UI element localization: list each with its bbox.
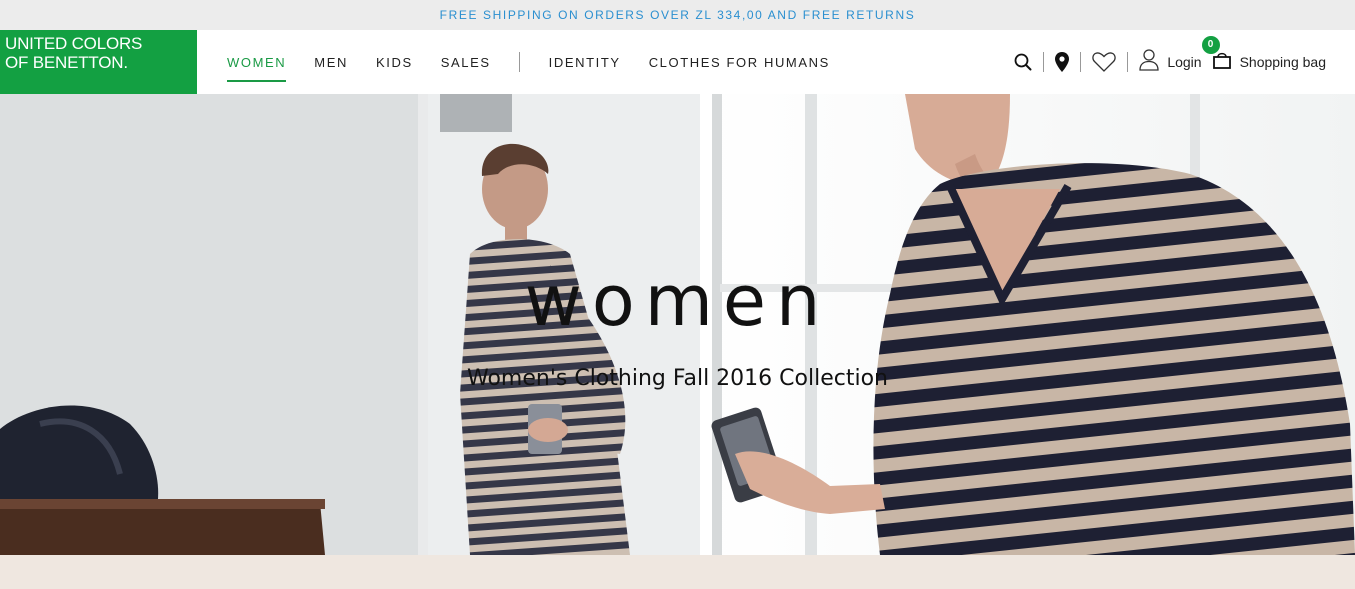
logo-line-2: OF BENETTON. (5, 53, 128, 72)
login-link[interactable]: Login (1139, 48, 1202, 76)
bag-count-badge: 0 (1201, 35, 1220, 54)
login-label: Login (1167, 54, 1202, 70)
nav-sales[interactable]: SALES (441, 30, 491, 94)
shopping-bag-label: Shopping bag (1239, 54, 1326, 70)
heart-icon[interactable] (1092, 52, 1117, 72)
tool-divider (1043, 52, 1045, 72)
header-tools: Login 0 Shopping bag (1014, 30, 1326, 94)
hero-title: women (524, 260, 831, 342)
search-icon[interactable] (1014, 53, 1032, 71)
hero-banner[interactable]: women Women's Clothing Fall 2016 Collect… (0, 94, 1355, 555)
hero-subtitle: Women's Clothing Fall 2016 Collection (467, 366, 888, 391)
location-pin-icon[interactable] (1055, 52, 1070, 72)
tool-divider (1127, 52, 1129, 72)
nav-divider (518, 52, 520, 72)
tool-divider (1080, 52, 1082, 72)
nav-men[interactable]: MEN (314, 30, 348, 94)
nav-kids[interactable]: KIDS (376, 30, 413, 94)
user-icon (1139, 48, 1159, 76)
logo-line-1: UNITED COLORS (5, 34, 143, 53)
promo-text: FREE SHIPPING ON ORDERS OVER ZL 334,00 A… (439, 8, 916, 22)
main-nav: WOMEN MEN KIDS SALES IDENTITY CLOTHES FO… (227, 30, 858, 94)
benetton-logo[interactable]: UNITED COLORS OF BENETTON. (0, 30, 197, 94)
content-strip (0, 555, 1355, 589)
nav-identity[interactable]: IDENTITY (549, 30, 621, 94)
site-header: UNITED COLORS OF BENETTON. WOMEN MEN KID… (0, 30, 1355, 94)
nav-clothes-for-humans[interactable]: CLOTHES FOR HUMANS (649, 30, 830, 94)
promo-bar: FREE SHIPPING ON ORDERS OVER ZL 334,00 A… (0, 0, 1355, 30)
nav-women[interactable]: WOMEN (227, 30, 287, 94)
shopping-bag-link[interactable]: 0 Shopping bag (1201, 35, 1326, 75)
